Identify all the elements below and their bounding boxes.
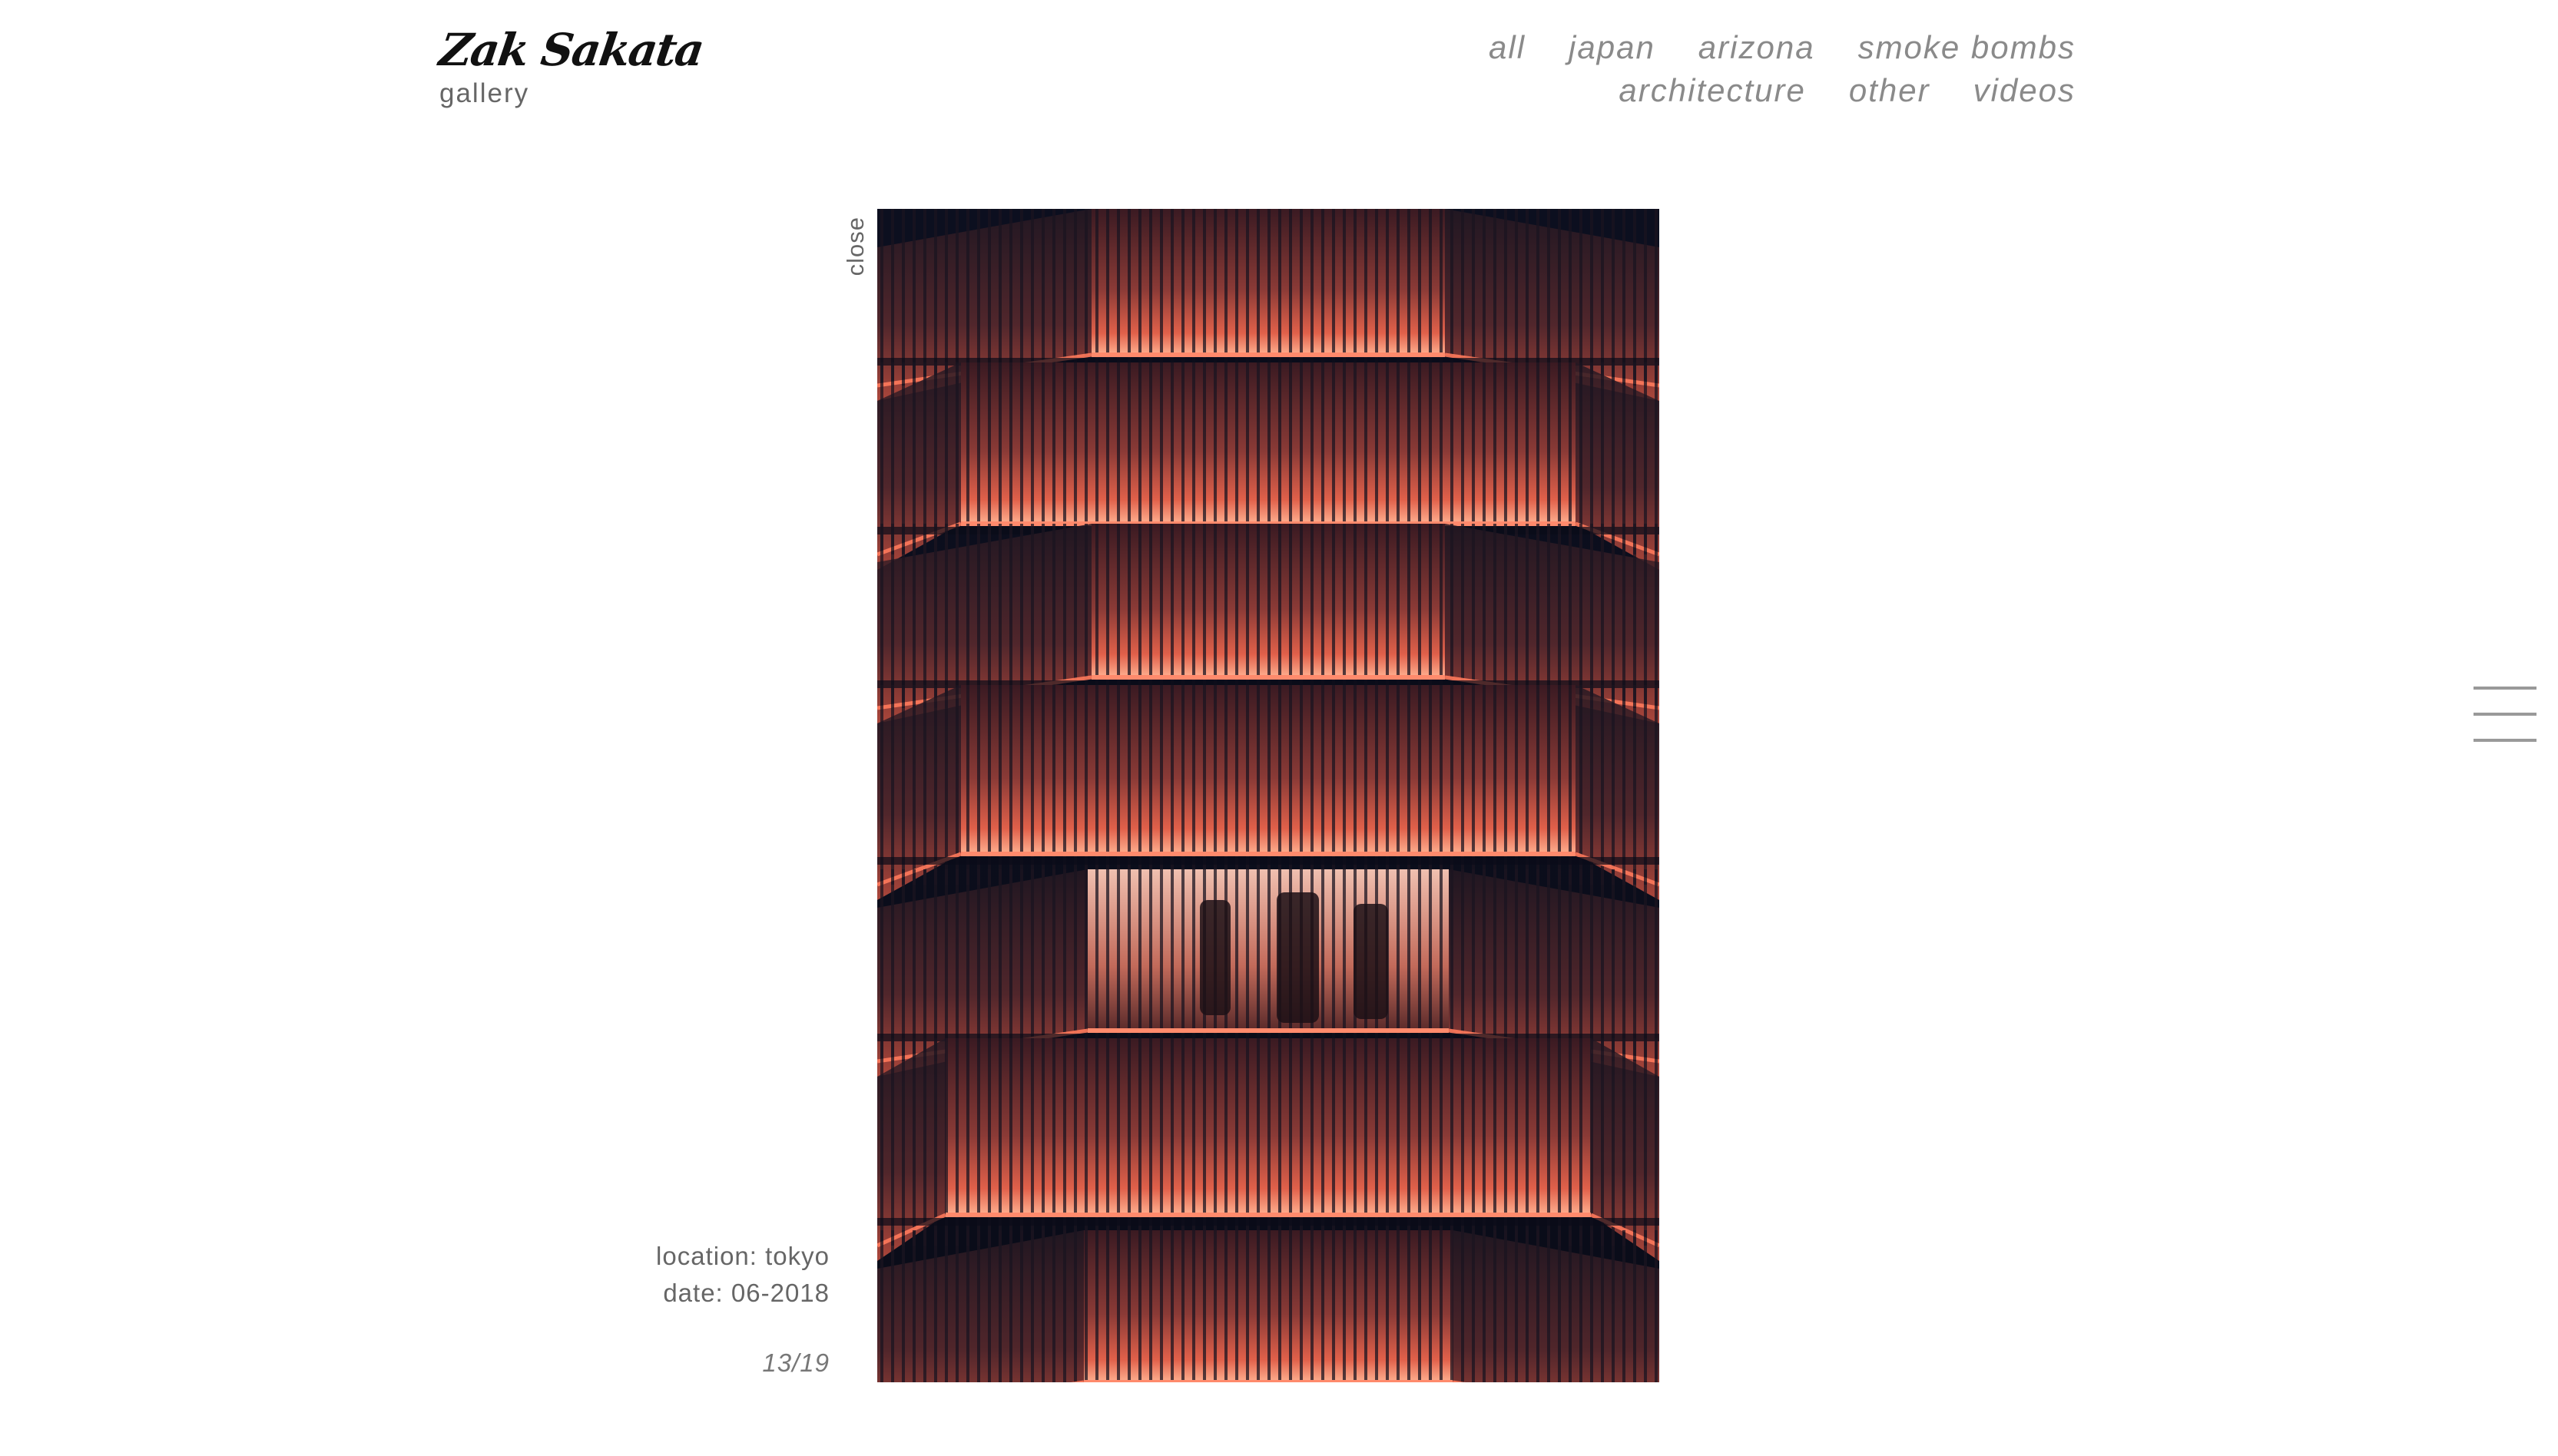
nav-row-2: architecture other videos (1489, 69, 2076, 112)
nav-link-other[interactable]: other (1849, 72, 1930, 109)
nav-link-japan[interactable]: japan (1569, 29, 1655, 66)
nav-link-videos[interactable]: videos (1973, 72, 2076, 109)
building-photo-illustration (877, 209, 1659, 1382)
photo-counter: 13/19 (762, 1348, 830, 1377)
nav-row-1: all japan arizona smoke bombs (1489, 26, 2076, 69)
menu-line (2474, 713, 2536, 716)
photo-metadata: location: tokyo date: 06-2018 (656, 1238, 830, 1312)
facade-tier (877, 1230, 1659, 1382)
menu-line (2474, 687, 2536, 690)
photo-location: location: tokyo (656, 1242, 830, 1270)
close-button[interactable]: close (842, 217, 870, 276)
hamburger-menu-icon[interactable] (2474, 687, 2536, 742)
photo-date: date: 06-2018 (663, 1279, 830, 1307)
brand-logo-text[interactable]: Zak Sakata (436, 24, 706, 76)
brand[interactable]: Zak Sakata gallery (436, 24, 706, 109)
menu-line (2474, 739, 2536, 742)
nav-link-all[interactable]: all (1489, 29, 1526, 66)
nav-link-arizona[interactable]: arizona (1698, 29, 1815, 66)
brand-subtitle: gallery (439, 78, 530, 108)
gallery-photo[interactable] (877, 209, 1659, 1382)
top-navigation: all japan arizona smoke bombs architectu… (1489, 26, 2076, 112)
nav-link-architecture[interactable]: architecture (1619, 72, 1805, 109)
nav-link-smoke-bombs[interactable]: smoke bombs (1858, 29, 2076, 66)
